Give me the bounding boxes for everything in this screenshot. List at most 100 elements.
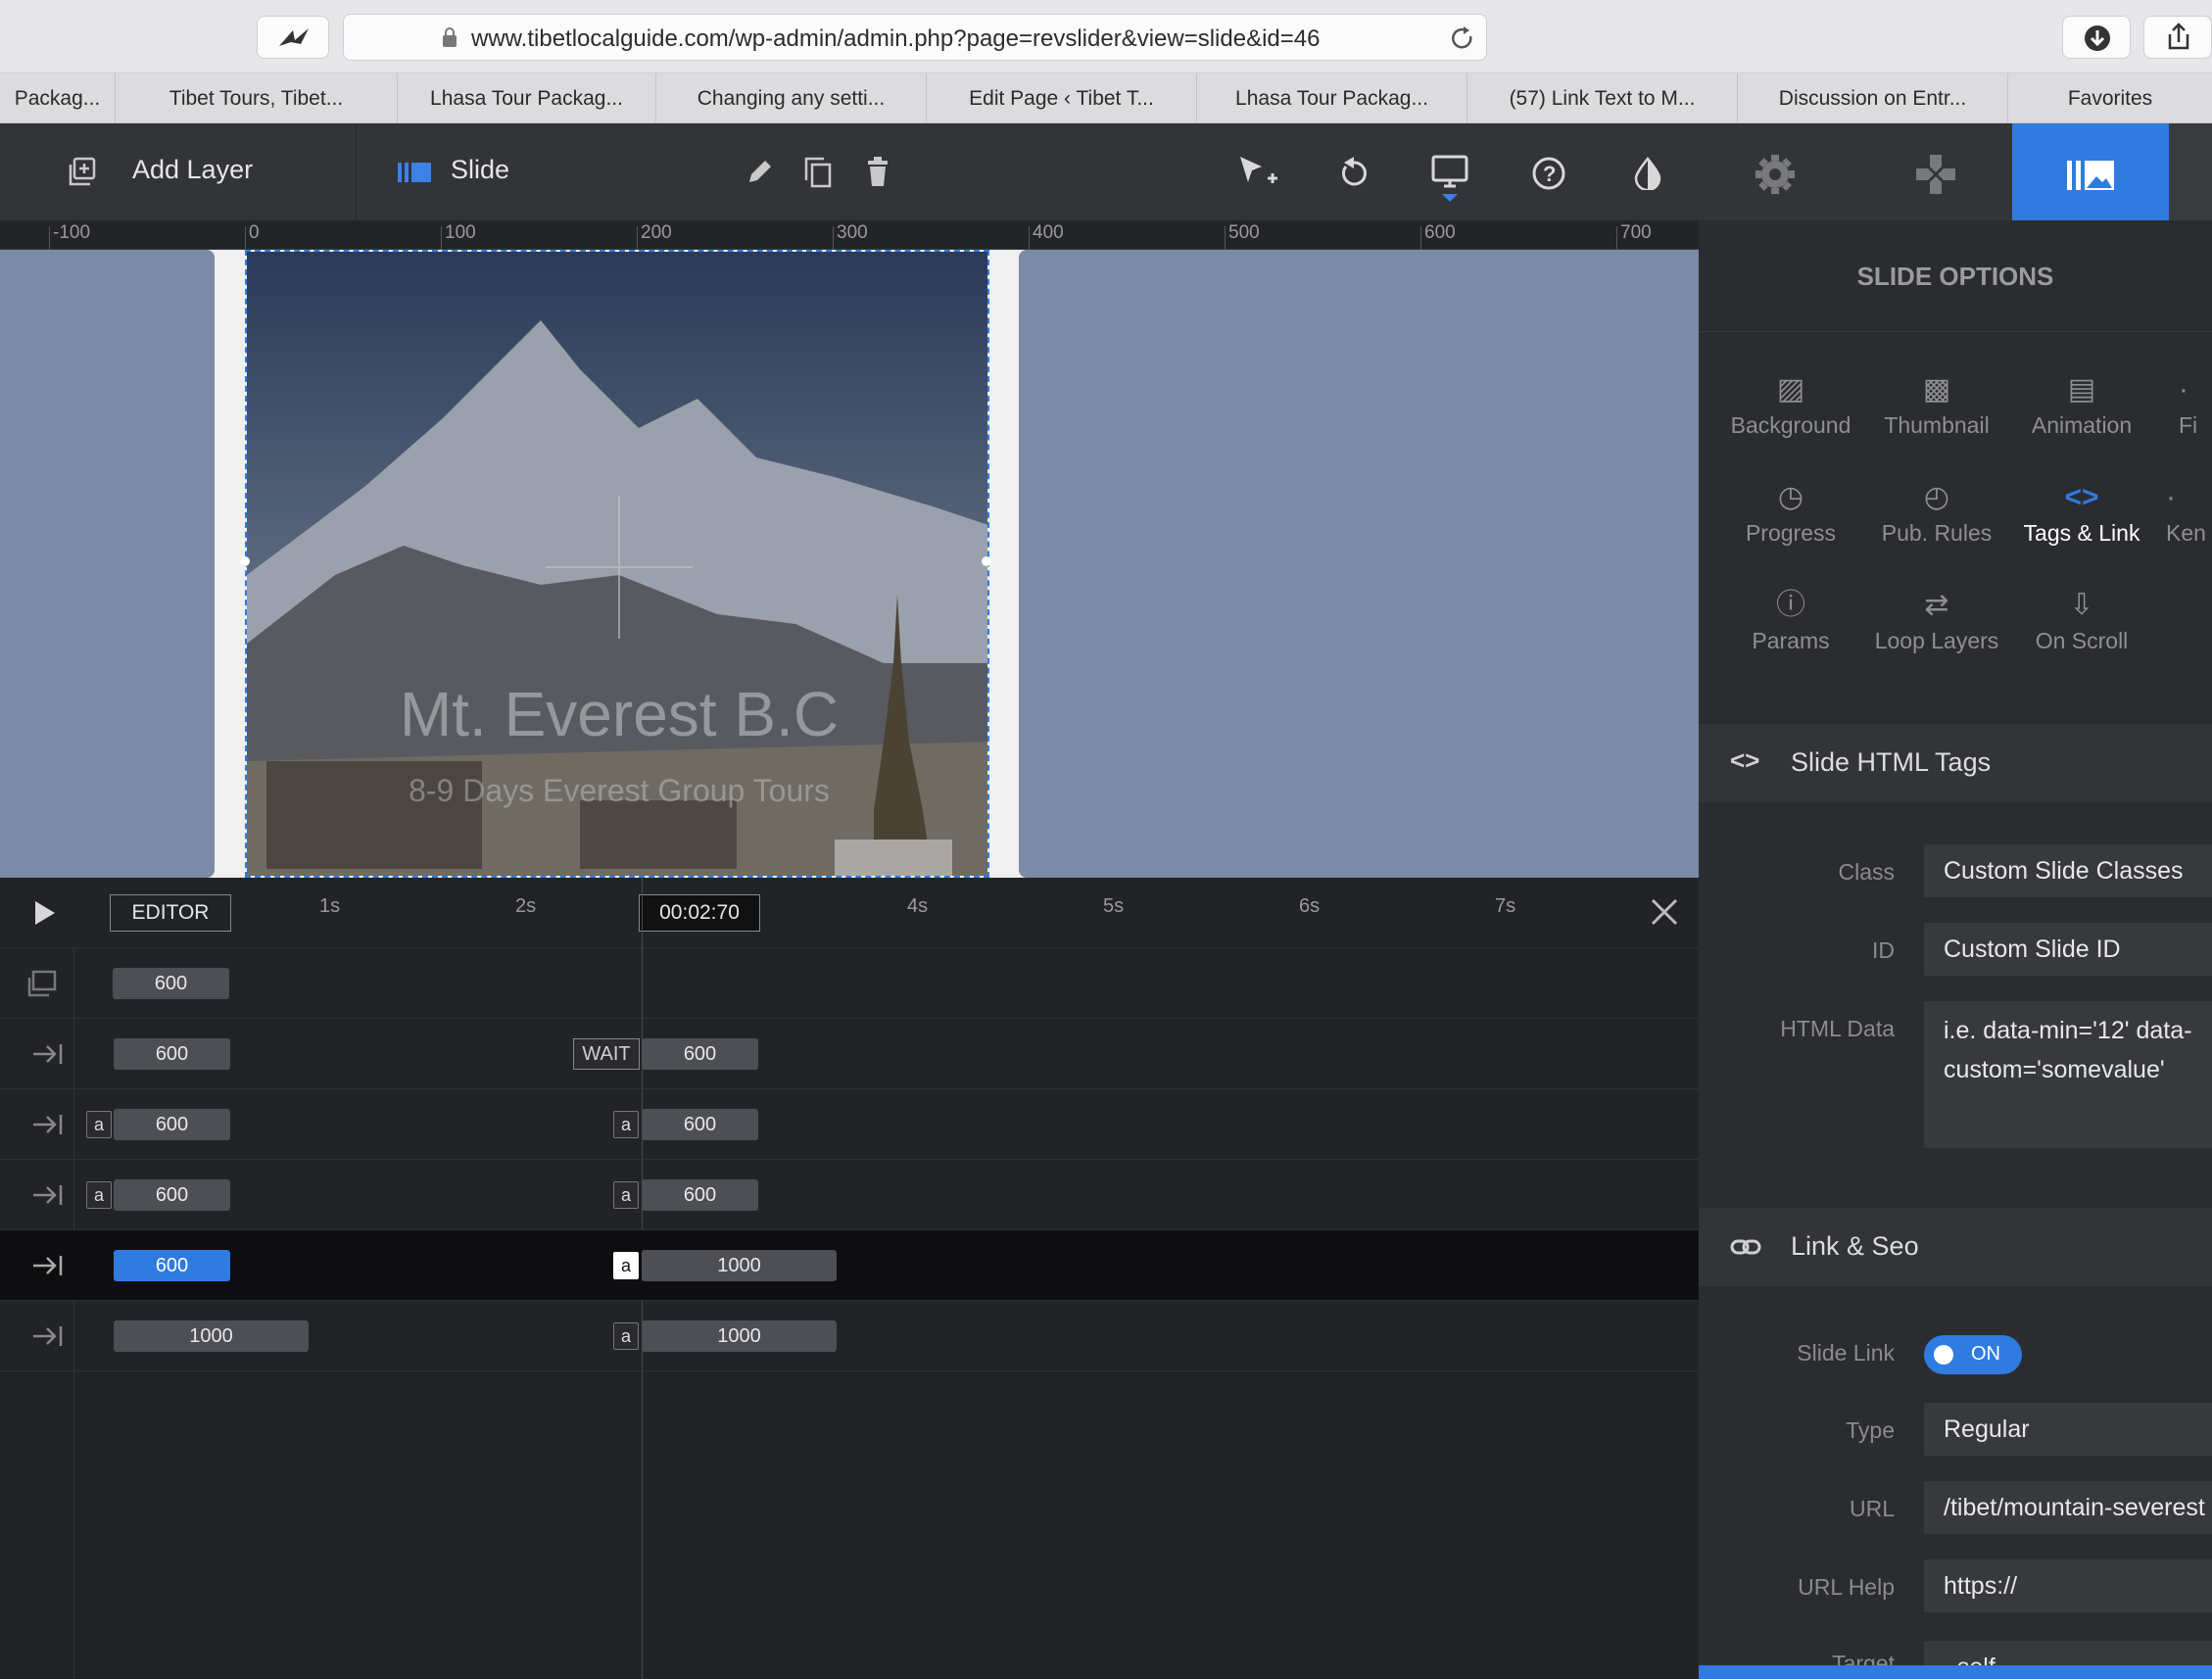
timeline-row[interactable]: 600 WAIT 600 bbox=[0, 1019, 1699, 1089]
option-thumbnail[interactable]: ▩ Thumbnail bbox=[1863, 367, 2010, 439]
reload-icon[interactable] bbox=[1449, 24, 1476, 52]
start-bar[interactable]: 600 bbox=[114, 1109, 230, 1140]
ruler-label: 200 bbox=[641, 222, 672, 243]
add-layer-button[interactable]: Add Layer bbox=[0, 123, 357, 220]
bookmarks-bar: Packag... Tibet Tours, Tibet... Lhasa To… bbox=[0, 73, 2212, 123]
timeline-row[interactable]: 1000 a 1000 bbox=[0, 1301, 1699, 1371]
target-select[interactable]: _self bbox=[1924, 1641, 2212, 1665]
option-background[interactable]: ▨ Background bbox=[1717, 367, 1864, 439]
start-bar[interactable]: 600 bbox=[114, 1038, 230, 1070]
option-label: Thumbnail bbox=[1884, 412, 1990, 438]
timeline-row-selected[interactable]: 600 a 1000 bbox=[0, 1230, 1699, 1301]
contrast-icon[interactable] bbox=[1632, 156, 1663, 195]
time-label: 4s bbox=[907, 895, 929, 917]
site-favicon-button[interactable] bbox=[257, 16, 329, 59]
option-label: On Scroll bbox=[2035, 628, 2129, 653]
arrow-in-icon bbox=[31, 1183, 63, 1212]
trash-icon[interactable] bbox=[866, 157, 890, 191]
image-icon: ▨ bbox=[1776, 373, 1805, 406]
resize-handle[interactable] bbox=[240, 556, 250, 566]
play-icon[interactable] bbox=[33, 899, 57, 932]
select-cursor-icon[interactable] bbox=[1238, 155, 1279, 195]
end-bar[interactable]: 600 bbox=[642, 1179, 758, 1211]
option-pub-rules[interactable]: ◴ Pub. Rules bbox=[1863, 475, 2010, 547]
downloads-button[interactable] bbox=[2062, 16, 2131, 59]
bookmark-item[interactable]: Lhasa Tour Packag... bbox=[1197, 73, 1467, 123]
arrow-in-icon bbox=[31, 1042, 63, 1071]
end-bar[interactable]: 600 bbox=[642, 1038, 758, 1070]
ruler-label: 0 bbox=[249, 222, 260, 243]
type-select[interactable]: Regular bbox=[1924, 1403, 2212, 1456]
auto-box[interactable]: a bbox=[613, 1111, 639, 1138]
auto-box[interactable]: a bbox=[86, 1181, 112, 1209]
option-tags-link[interactable]: <> Tags & Link bbox=[2008, 475, 2155, 547]
slide-canvas[interactable]: Mt. Everest B.C 8-9 Days Everest Group T… bbox=[245, 250, 989, 878]
tab-more[interactable] bbox=[2169, 123, 2212, 220]
end-bar[interactable]: 1000 bbox=[642, 1320, 837, 1352]
url-input[interactable]: /tibet/mountain-severest bbox=[1924, 1481, 2212, 1534]
bookmark-item[interactable]: (57) Link Text to M... bbox=[1467, 73, 1738, 123]
gamepad-icon bbox=[1914, 153, 1957, 201]
auto-box[interactable]: a bbox=[613, 1252, 639, 1279]
option-label: Tags & Link bbox=[2023, 520, 2140, 546]
slide-button[interactable]: Slide bbox=[357, 123, 572, 220]
auto-box[interactable]: a bbox=[613, 1181, 639, 1209]
class-input[interactable]: Custom Slide Classes bbox=[1924, 844, 2212, 897]
current-time-display[interactable]: 00:02:70 bbox=[639, 894, 760, 932]
bookmark-favorites[interactable]: Favorites bbox=[2008, 73, 2212, 123]
option-animation[interactable]: ▤ Animation bbox=[2008, 367, 2155, 439]
resize-handle[interactable] bbox=[982, 556, 991, 566]
edit-icon[interactable] bbox=[745, 159, 773, 191]
time-label: 6s bbox=[1299, 895, 1321, 917]
end-bar[interactable]: 600 bbox=[642, 1109, 758, 1140]
desktop-view-icon[interactable] bbox=[1431, 155, 1470, 207]
bookmark-item[interactable]: Changing any setti... bbox=[656, 73, 927, 123]
option-loop-layers[interactable]: ⇄ Loop Layers bbox=[1863, 583, 2010, 654]
address-bar[interactable]: www.tibetlocalguide.com/wp-admin/admin.p… bbox=[343, 14, 1487, 61]
share-button[interactable] bbox=[2143, 16, 2212, 59]
tab-slide-options[interactable] bbox=[2012, 123, 2169, 220]
editor-button[interactable]: EDITOR bbox=[110, 894, 231, 932]
slide-subtitle-layer[interactable]: 8-9 Days Everest Group Tours bbox=[247, 773, 987, 809]
close-icon[interactable] bbox=[1650, 897, 1679, 932]
slide-label: Slide bbox=[451, 155, 510, 184]
slide-link-toggle[interactable]: ON bbox=[1924, 1335, 2022, 1374]
start-bar[interactable]: 1000 bbox=[114, 1320, 309, 1352]
filter-icon: · bbox=[2179, 373, 2188, 406]
start-bar[interactable]: 600 bbox=[114, 1250, 230, 1281]
duplicate-icon[interactable] bbox=[804, 157, 832, 193]
help-icon[interactable]: ? bbox=[1532, 157, 1565, 195]
url-help-input[interactable]: https:// bbox=[1924, 1559, 2212, 1612]
bookmark-item[interactable]: Lhasa Tour Packag... bbox=[398, 73, 656, 123]
end-bar[interactable]: 1000 bbox=[642, 1250, 837, 1281]
auto-box[interactable]: a bbox=[86, 1111, 112, 1138]
option-params[interactable]: ⓘ Params bbox=[1717, 583, 1864, 654]
tab-settings[interactable] bbox=[1699, 123, 1855, 220]
thumbnail-icon: ▩ bbox=[1922, 373, 1951, 406]
option-on-scroll[interactable]: ⇩ On Scroll bbox=[2008, 583, 2155, 654]
option-label: Background bbox=[1730, 412, 1851, 438]
stage-margin-right bbox=[1019, 250, 1699, 878]
bookmark-item[interactable]: Packag... bbox=[0, 73, 116, 123]
start-bar[interactable]: 600 bbox=[113, 968, 229, 999]
timeline-row[interactable]: 600 bbox=[0, 948, 1699, 1019]
wait-label[interactable]: WAIT bbox=[573, 1038, 640, 1070]
option-progress[interactable]: ◷ Progress bbox=[1717, 475, 1864, 547]
timeline-row[interactable]: a 600 a 600 bbox=[0, 1160, 1699, 1230]
html-data-textarea[interactable]: i.e. data-min='12' data- custom='someval… bbox=[1924, 1001, 2212, 1148]
start-bar[interactable]: 600 bbox=[114, 1179, 230, 1211]
undo-icon[interactable] bbox=[1338, 157, 1370, 195]
option-filters[interactable]: · Fi bbox=[2154, 367, 2212, 439]
bookmark-item[interactable]: Edit Page ‹ Tibet T... bbox=[927, 73, 1197, 123]
bookmark-item[interactable]: Discussion on Entr... bbox=[1738, 73, 2008, 123]
auto-box[interactable]: a bbox=[613, 1322, 639, 1350]
option-ken-burns[interactable]: · Ken bbox=[2154, 475, 2212, 547]
bookmark-item[interactable]: Tibet Tours, Tibet... bbox=[116, 73, 398, 123]
slide-title-layer[interactable]: Mt. Everest B.C bbox=[247, 678, 987, 750]
tab-navigation[interactable] bbox=[1855, 123, 2012, 220]
section-html-tags[interactable]: <> Slide HTML Tags bbox=[1699, 724, 2212, 802]
section-link-seo[interactable]: Link & Seo bbox=[1699, 1208, 2212, 1286]
id-input[interactable]: Custom Slide ID bbox=[1924, 923, 2212, 976]
ruler-label: 600 bbox=[1424, 222, 1456, 243]
timeline-row[interactable]: a 600 a 600 bbox=[0, 1089, 1699, 1160]
